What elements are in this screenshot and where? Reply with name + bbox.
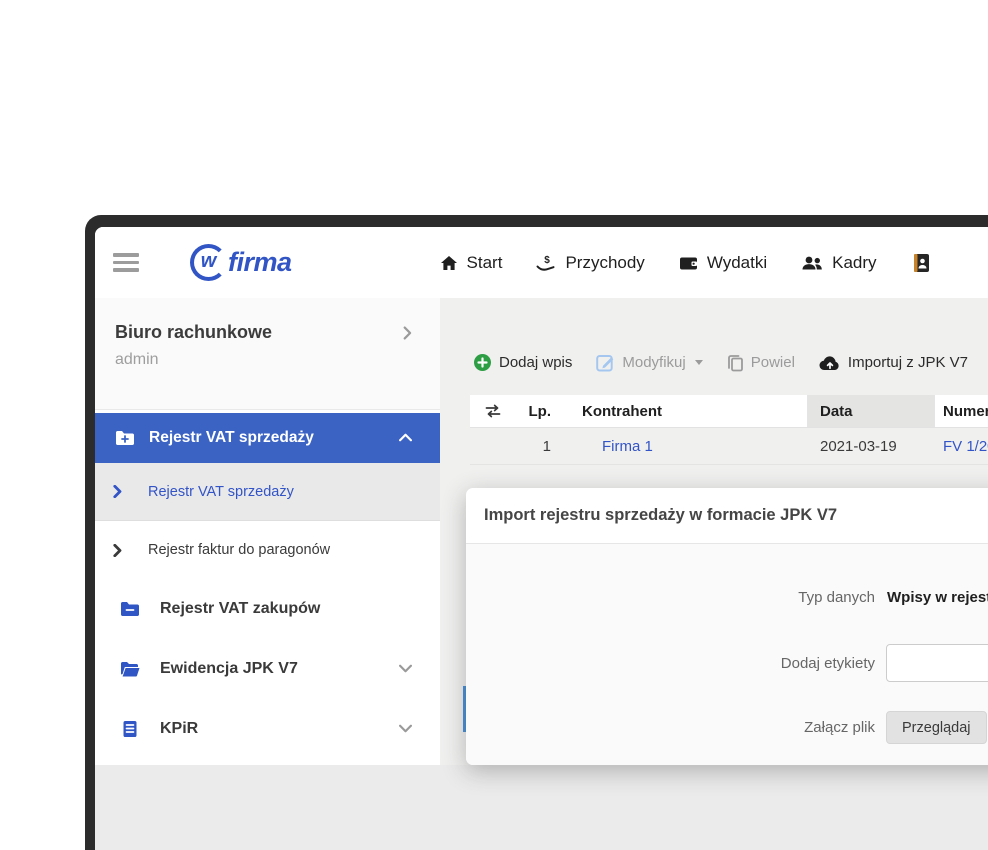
row-kontrahent-link[interactable]: Firma 1 [555, 438, 807, 455]
sidebar-item-ewidencja-jpk-v7[interactable]: Ewidencja JPK V7 [95, 639, 440, 699]
sidebar-item-label: Rejestr VAT zakupów [160, 600, 320, 618]
folder-minus-icon [120, 601, 140, 617]
column-header-kontrahent[interactable]: Kontrahent [555, 395, 807, 427]
reorder-column-header[interactable] [470, 395, 515, 427]
nav-item-label: Start [467, 253, 503, 273]
address-book-icon [911, 253, 931, 273]
chevron-right-icon [113, 485, 122, 498]
duplicate-button[interactable]: Powiel [727, 354, 795, 372]
modal-body: Typ danych Wpisy w rejestrze Dodaj etyki… [466, 544, 988, 765]
page-bottom-backdrop [95, 765, 988, 850]
copy-icon [727, 354, 744, 372]
sidebar-subitem-rejestr-vat-sprzedazy[interactable]: Rejestr VAT sprzedaży [95, 463, 440, 521]
field-row-typ-danych: Typ danych Wpisy w rejestrze [466, 589, 988, 606]
field-row-zalacz-plik: Załącz plik Przeglądaj [466, 711, 988, 744]
typ-danych-value: Wpisy w rejestrze [887, 589, 988, 606]
browse-file-button[interactable]: Przeglądaj [886, 711, 987, 744]
column-header-data[interactable]: Data [807, 395, 935, 427]
top-navbar: w firma Start $ Przychody Wydatki [95, 227, 988, 298]
sidebar-subitem-label: Rejestr VAT sprzedaży [148, 484, 294, 500]
folder-plus-icon [115, 430, 135, 446]
nav-item-przychody[interactable]: $ Przychody [536, 253, 644, 273]
cloud-upload-icon [819, 355, 841, 371]
import-modal: Import rejestru sprzedaży w formacie JPK… [466, 488, 988, 765]
table-header-row: Lp. Kontrahent Data Numer [470, 395, 988, 428]
sidebar-item-kpir[interactable]: KPiR [95, 699, 440, 759]
nav-item-crm[interactable] [911, 253, 940, 273]
chevron-up-icon [399, 429, 412, 447]
table-toolbar: Dodaj wpis Modyfikuj Powiel Importuj z J… [473, 353, 968, 372]
column-header-lp[interactable]: Lp. [515, 395, 555, 427]
modify-button[interactable]: Modyfikuj [596, 353, 702, 372]
logo-circle-icon: w [190, 244, 227, 281]
nav-item-wydatki[interactable]: Wydatki [679, 253, 767, 273]
svg-text:$: $ [545, 255, 551, 266]
main-navigation: Start $ Przychody Wydatki Kadry [440, 253, 940, 273]
duplicate-label: Powiel [751, 354, 795, 371]
sidebar: Biuro rachunkowe admin Rejestr VAT sprze… [95, 298, 440, 765]
modify-label: Modyfikuj [622, 354, 685, 371]
import-label: Importuj z JPK V7 [848, 354, 968, 371]
chevron-right-icon [403, 326, 412, 345]
add-entry-button[interactable]: Dodaj wpis [473, 353, 572, 372]
hamburger-menu-icon[interactable] [113, 253, 139, 272]
sidebar-item-label: KPiR [160, 720, 198, 738]
hand-dollar-icon: $ [536, 254, 556, 272]
sidebar-subitem-label: Rejestr faktur do paragonów [148, 542, 330, 558]
sidebar-item-rejestr-vat-sprzedazy-parent[interactable]: Rejestr VAT sprzedaży [95, 413, 440, 463]
pencil-square-icon [596, 353, 615, 372]
dropdown-caret-icon [695, 360, 703, 365]
chevron-right-icon [113, 544, 122, 557]
etykiety-input[interactable] [886, 644, 988, 682]
folder-open-icon [120, 661, 140, 677]
book-icon [120, 720, 140, 738]
chevron-down-icon [399, 660, 412, 678]
sidebar-item-label: Rejestr VAT sprzedaży [149, 429, 314, 447]
sidebar-item-rejestr-vat-zakupow[interactable]: Rejestr VAT zakupów [95, 579, 440, 639]
modal-title: Import rejestru sprzedaży w formacie JPK… [466, 488, 988, 544]
swap-arrows-icon [484, 404, 502, 418]
nav-item-label: Wydatki [707, 253, 767, 273]
browser-frame: w firma Start $ Przychody Wydatki [85, 215, 988, 850]
main-content: Dodaj wpis Modyfikuj Powiel Importuj z J… [440, 298, 988, 765]
sidebar-item-label: Ewidencja JPK V7 [160, 660, 298, 678]
users-icon [801, 255, 823, 271]
field-label: Typ danych [466, 589, 875, 606]
home-icon [440, 255, 458, 271]
company-user: admin [115, 351, 412, 369]
brand-logo[interactable]: w firma [190, 244, 292, 281]
column-header-numer[interactable]: Numer [935, 395, 988, 427]
chevron-down-icon [399, 720, 412, 738]
field-row-etykiety: Dodaj etykiety [466, 644, 988, 682]
table-row[interactable]: 1 Firma 1 2021-03-19 FV 1/2021 [470, 428, 988, 465]
field-label: Załącz plik [466, 719, 875, 736]
nav-item-label: Kadry [832, 253, 876, 273]
logo-wordmark: firma [228, 247, 292, 278]
row-numer-link[interactable]: FV 1/2021 [935, 438, 988, 455]
wallet-icon [679, 255, 698, 271]
add-entry-label: Dodaj wpis [499, 354, 572, 371]
plus-circle-icon [473, 353, 492, 372]
field-label: Dodaj etykiety [466, 655, 875, 672]
nav-item-label: Przychody [565, 253, 644, 273]
company-name: Biuro rachunkowe [115, 322, 412, 343]
nav-item-kadry[interactable]: Kadry [801, 253, 876, 273]
company-switcher[interactable]: Biuro rachunkowe admin [95, 298, 440, 410]
import-jpk-button[interactable]: Importuj z JPK V7 [819, 354, 968, 371]
register-table: Lp. Kontrahent Data Numer 1 Firma 1 2021… [470, 395, 988, 465]
row-lp-cell: 1 [515, 438, 555, 455]
row-data-cell: 2021-03-19 [807, 438, 935, 455]
logo-mark: w [201, 250, 217, 273]
nav-item-start[interactable]: Start [440, 253, 503, 273]
sidebar-subitem-rejestr-faktur-do-paragonow[interactable]: Rejestr faktur do paragonów [95, 521, 440, 579]
app-window: w firma Start $ Przychody Wydatki [95, 227, 988, 850]
